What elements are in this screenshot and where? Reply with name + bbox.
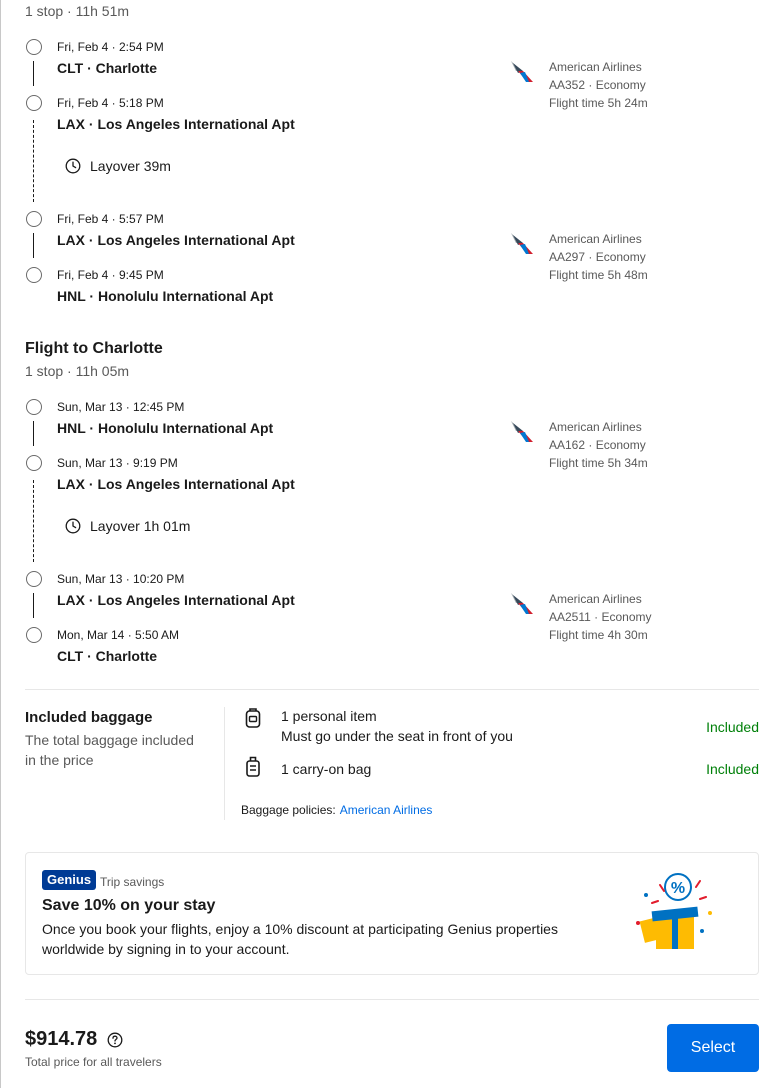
included-badge: Included [706,761,759,777]
timeline-line [33,61,34,86]
svg-text:%: % [671,880,685,897]
personal-item-icon [245,708,261,728]
baggage-policies-label: Baggage policies: [241,803,336,817]
genius-title: Save 10% on your stay [42,897,216,914]
depart-place: LAX · Los Angeles International Apt [57,592,295,608]
airline-name: American Airlines [549,60,642,74]
baggage-policies: Baggage policies: American Airlines [241,803,432,817]
american-airlines-logo-icon [511,233,533,254]
depart-time: Sun, Mar 13 · 12:45 PM [57,400,185,414]
depart-place: CLT · Charlotte [57,60,158,76]
timeline-node [26,267,42,283]
section-divider [25,689,759,690]
arrive-time: Fri, Feb 4 · 9:45 PM [57,268,164,282]
depart-place: HNL · Honolulu International Apt [57,420,274,436]
timeline-node [26,211,42,227]
price-note: Total price for all travelers [25,1055,162,1069]
outbound-summary: 1 stop · 11h 51m [25,3,130,19]
layover-line [33,120,34,202]
timeline-node [26,455,42,471]
genius-banner: Genius Trip savings Save 10% on your sta… [25,852,759,975]
depart-place: LAX · Los Angeles International Apt [57,232,295,248]
clock-icon [65,158,81,174]
price-amount: $914.78 [25,1028,98,1050]
timeline-node [26,95,42,111]
flight-number: AA297 · Economy [549,250,646,264]
discount-gift-icon: % [636,873,712,949]
depart-time: Fri, Feb 4 · 2:54 PM [57,40,164,54]
baggage-subtitle: The total baggage included in the price [25,732,194,768]
arrive-place: HNL · Honolulu International Apt [57,288,274,304]
genius-badge: Genius [42,870,97,890]
airline-name: American Airlines [549,420,642,434]
return-flight-title: Flight to Charlotte [25,340,163,357]
section-divider [25,999,759,1000]
layover-line [33,480,34,562]
arrive-place: LAX · Los Angeles International Apt [57,476,295,492]
airline-name: American Airlines [549,592,642,606]
american-airlines-logo-icon [511,421,533,442]
arrive-time: Fri, Feb 4 · 5:18 PM [57,96,164,110]
baggage-policy-link[interactable]: American Airlines [340,803,433,817]
window-edge [0,0,1,1088]
timeline-node [26,39,42,55]
timeline-node [26,399,42,415]
flight-duration: Flight time 4h 30m [549,628,648,642]
baggage-item-detail: Must go under the seat in front of you [281,728,513,744]
genius-tag: Trip savings [100,875,165,889]
flight-duration: Flight time 5h 48m [549,268,648,282]
layover-text: Layover 39m [90,158,171,174]
help-icon[interactable] [107,1032,123,1048]
included-badge: Included [706,719,759,735]
flight-duration: Flight time 5h 24m [549,96,648,110]
baggage-item-name: 1 carry-on bag [281,761,372,777]
american-airlines-logo-icon [511,593,533,614]
timeline-node [26,571,42,587]
return-summary: 1 stop · 11h 05m [25,363,130,379]
flight-number: AA162 · Economy [549,438,646,452]
timeline-line [33,593,34,618]
layover-text: Layover 1h 01m [90,518,191,534]
flight-number: AA2511 · Economy [549,610,652,624]
total-price: $914.78 [25,1028,123,1051]
flight-duration: Flight time 5h 34m [549,456,648,470]
american-airlines-logo-icon [511,61,533,82]
airline-name: American Airlines [549,232,642,246]
depart-time: Fri, Feb 4 · 5:57 PM [57,212,164,226]
arrive-time: Sun, Mar 13 · 9:19 PM [57,456,178,470]
depart-time: Sun, Mar 13 · 10:20 PM [57,572,185,586]
baggage-divider [224,707,225,820]
carry-on-bag-icon [246,756,260,777]
arrive-place: CLT · Charlotte [57,648,158,664]
arrive-time: Mon, Mar 14 · 5:50 AM [57,628,180,642]
layover-info: Layover 39m [65,158,171,174]
arrive-place: LAX · Los Angeles International Apt [57,116,295,132]
select-button[interactable]: Select [667,1024,759,1072]
timeline-line [33,233,34,258]
timeline-node [26,627,42,643]
genius-body: Once you book your flights, enjoy a 10% … [42,921,558,957]
baggage-item-name: 1 personal item [281,708,377,724]
layover-info: Layover 1h 01m [65,518,190,534]
clock-icon [65,518,81,534]
timeline-line [33,421,34,446]
baggage-title: Included baggage [25,709,153,726]
flight-number: AA352 · Economy [549,78,646,92]
